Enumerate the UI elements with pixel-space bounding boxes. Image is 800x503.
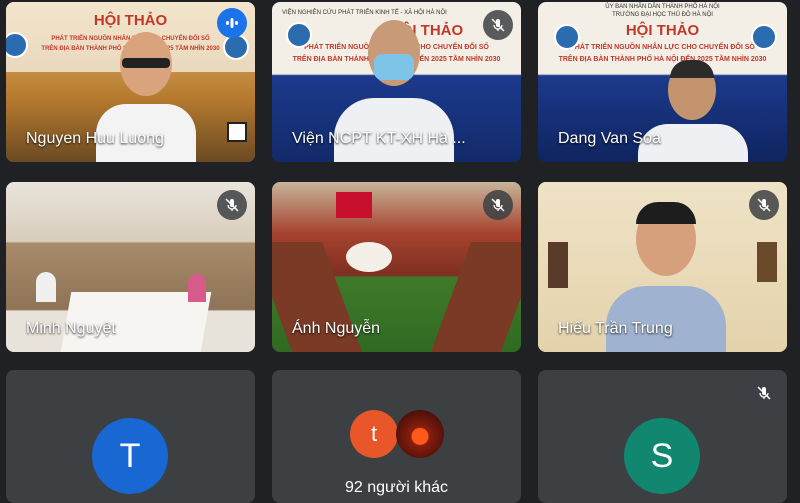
participant-tile-s[interactable]: S <box>538 370 787 503</box>
participant-name: Nguyen Huu Luong <box>26 130 164 147</box>
institute-logo <box>554 24 580 50</box>
university-logo <box>223 34 249 60</box>
participant-name: Ánh Nguyễn <box>292 320 381 337</box>
mic-off-icon <box>483 10 513 40</box>
banner-org-top: ỦY BAN NHÂN DÂN THÀNH PHỐ HÀ NỘI <box>605 4 720 10</box>
mic-off-icon <box>749 378 779 408</box>
participant-tile-vien-ncpt[interactable]: VIỆN NGHIÊN CỨU PHÁT TRIỂN KINH TẾ - XÃ … <box>272 2 521 162</box>
participant-tile-t[interactable]: T <box>6 370 255 503</box>
others-count-label: 92 người khác <box>344 479 449 496</box>
attendee-figure <box>36 272 56 302</box>
speaking-indicator-icon <box>217 8 247 38</box>
flag-decoration <box>336 192 372 218</box>
avatar: t <box>350 410 398 458</box>
participant-tile-anh-nguyen[interactable]: Ánh Nguyễn <box>272 182 521 352</box>
participant-tile-dang-van-soa[interactable]: ỦY BAN NHÂN DÂN THÀNH PHỐ HÀ NỘI TRƯỜNG … <box>538 2 787 162</box>
avatar: S <box>624 418 700 494</box>
mic-off-icon <box>483 190 513 220</box>
participant-tile-nguyen-huu-luong[interactable]: HỘI THẢO PHÁT TRIỂN NGUỒN NHÂN LỰC CHO C… <box>6 2 255 162</box>
participant-name: Dang Van Soa <box>558 130 661 147</box>
others-tile[interactable]: t 92 người khác <box>272 370 521 503</box>
flower-arrangement <box>346 242 392 272</box>
participant-tile-minh-nguyet[interactable]: Minh Nguyệt <box>6 182 255 352</box>
attendee-figure <box>188 274 206 302</box>
university-logo <box>751 24 777 50</box>
participant-name: Hiếu Trần Trung <box>558 320 673 337</box>
institute-logo <box>286 22 312 48</box>
banner-org-sub: TRƯỜNG ĐẠI HỌC THỦ ĐÔ HÀ NỘI <box>612 12 713 18</box>
sunset-avatar <box>396 410 444 458</box>
wall-picture <box>548 242 568 288</box>
mic-off-icon <box>749 190 779 220</box>
participant-tile-hieu-tran-trung[interactable]: Hiếu Trần Trung <box>538 182 787 352</box>
avatar: T <box>92 418 168 494</box>
mic-off-icon <box>217 190 247 220</box>
participant-name: Viện NCPT KT-XH Hà ... <box>292 130 466 147</box>
qr-code <box>227 122 247 142</box>
wall-picture <box>757 242 777 282</box>
participant-name: Minh Nguyệt <box>26 320 116 337</box>
